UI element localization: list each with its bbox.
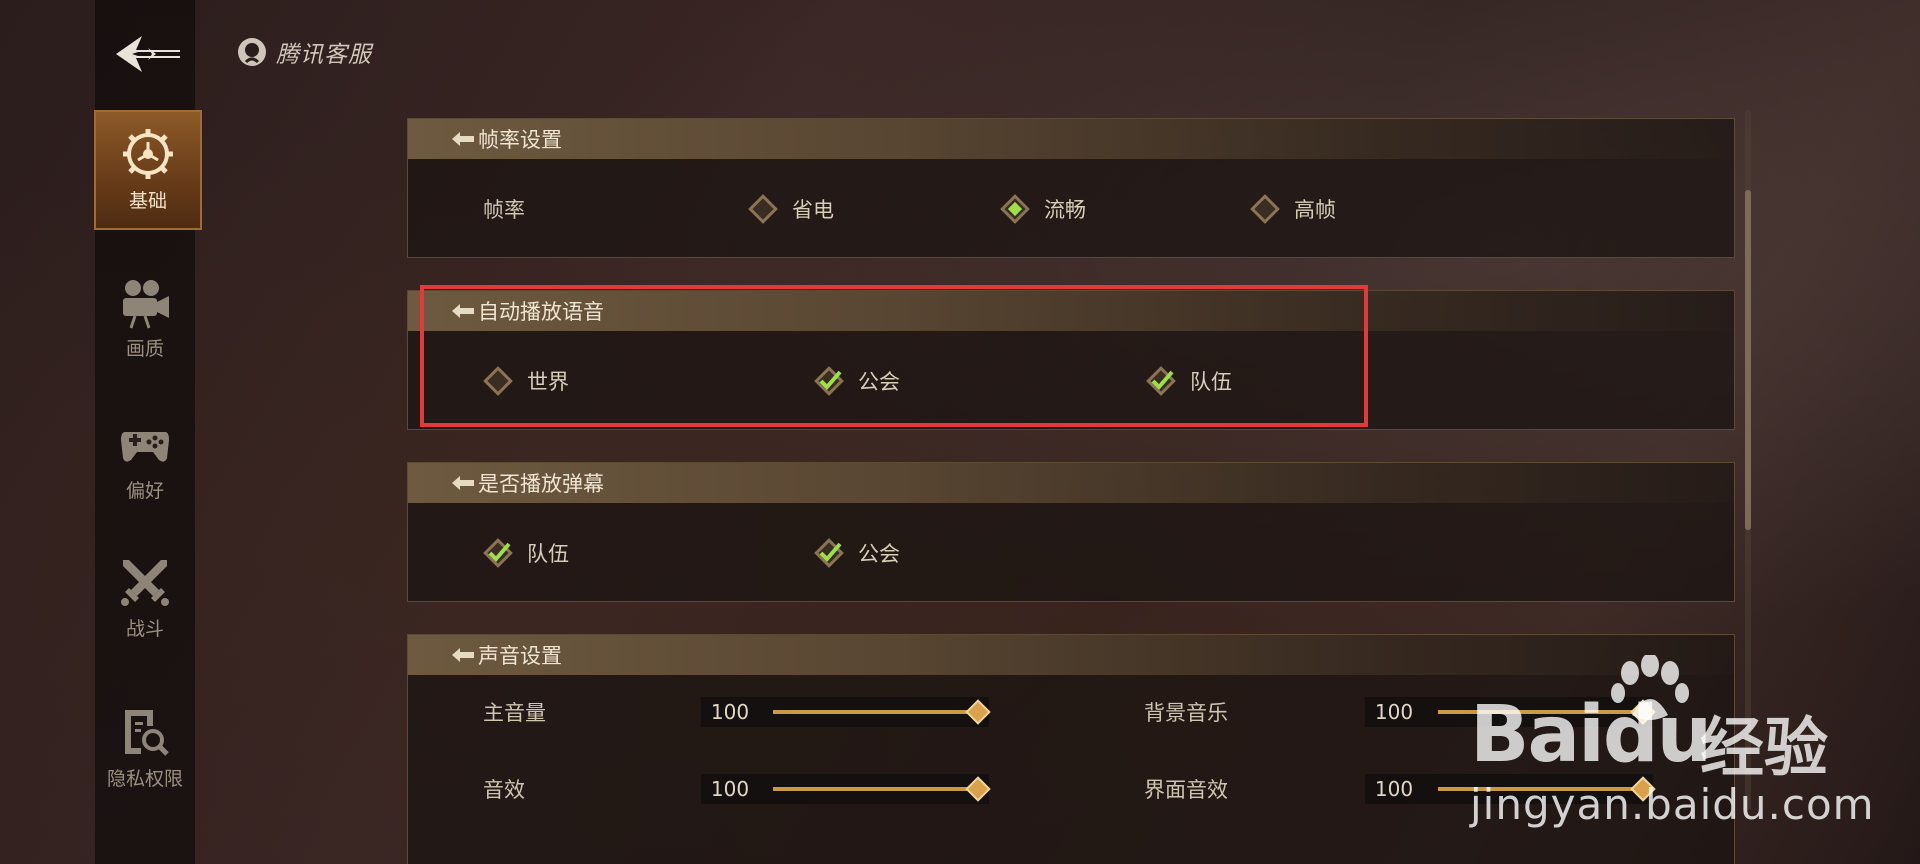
section-marker-icon [452,476,474,490]
danmaku-option-guild[interactable]: 公会 [814,538,900,568]
section-title: 是否播放弹幕 [478,472,604,496]
section-marker-icon [452,648,474,662]
slider-label: 背景音乐 [1144,701,1228,725]
framerate-section: 帧率设置 帧率 省电 流畅 高帧 [407,118,1735,258]
volume-slider-master[interactable] [773,710,978,714]
slider-value: 100 [1365,697,1423,727]
volume-slider-ui[interactable] [1438,787,1643,791]
slider-label: 主音量 [483,701,546,725]
danmaku-section: 是否播放弹幕 队伍 公会 [407,462,1735,602]
slider-label: 界面音效 [1144,778,1228,802]
slider-thumb-icon[interactable] [1630,776,1656,802]
auto-voice-option-team[interactable]: 队伍 [1146,366,1232,396]
sidebar-item-label: 战斗 [125,618,164,640]
section-marker-icon [452,132,474,146]
auto-voice-option-guild[interactable]: 公会 [814,366,900,396]
option-label: 省电 [792,198,834,222]
radio-diamond-selected-icon [1000,194,1030,224]
slider-thumb-icon[interactable] [1630,699,1656,725]
gamepad-icon [121,432,169,462]
gear-icon [123,129,173,179]
framerate-option-power-save[interactable]: 省电 [748,194,834,224]
crossed-swords-icon [121,560,169,606]
radio-diamond-icon [1250,194,1280,224]
auto-voice-row: 世界 公会 队伍 [408,331,1734,431]
sidebar-item-combat[interactable]: 战斗 [95,540,195,660]
scrollbar[interactable] [1745,110,1751,810]
section-title: 自动播放语音 [478,300,604,324]
danmaku-row: 队伍 公会 [408,503,1734,603]
section-header: 帧率设置 [408,119,1734,159]
sound-section: 声音设置 主音量 100 背景音乐 100 音效 100 界面音效 100 [407,634,1735,864]
slider-value: 100 [701,697,759,727]
sidebar-item-label: 隐私权限 [106,768,183,790]
section-header: 声音设置 [408,635,1734,675]
checkbox-checked-icon [814,538,844,568]
auto-voice-section: 自动播放语音 世界 公会 队伍 [407,290,1735,430]
option-label: 公会 [858,542,900,566]
section-title: 帧率设置 [478,128,562,152]
framerate-option-high[interactable]: 高帧 [1250,194,1336,224]
slider-label: 音效 [483,778,525,802]
radio-diamond-icon [748,194,778,224]
tencent-service-logo[interactable]: 腾讯客服 [236,34,372,70]
checkbox-checked-icon [1146,366,1176,396]
sidebar-item-label: 画质 [125,338,164,360]
section-header: 是否播放弹幕 [408,463,1734,503]
privacy-search-icon [125,710,169,756]
option-label: 流畅 [1044,198,1086,222]
option-label: 公会 [858,370,900,394]
checkbox-checked-icon [483,538,513,568]
framerate-option-smooth[interactable]: 流畅 [1000,194,1086,224]
sidebar-item-preferences[interactable]: 偏好 [95,402,195,522]
sidebar-item-label: 偏好 [125,480,164,502]
video-camera-icon [123,280,169,329]
option-label: 队伍 [1190,370,1232,394]
volume-slider-bgm[interactable] [1438,710,1643,714]
sound-row-1: 主音量 100 背景音乐 100 [408,675,1734,749]
tencent-logo-icon [238,38,266,66]
sound-row-2: 音效 100 界面音效 100 [408,749,1734,829]
sidebar-item-privacy[interactable]: 隐私权限 [95,690,195,810]
back-arrow-icon[interactable] [112,30,184,78]
logo-text: 腾讯客服 [276,42,372,68]
option-label: 世界 [527,370,569,394]
section-header: 自动播放语音 [408,291,1734,331]
section-title: 声音设置 [478,644,562,668]
danmaku-option-team[interactable]: 队伍 [483,538,569,568]
option-label: 高帧 [1294,198,1336,222]
scrollbar-thumb[interactable] [1745,190,1751,530]
framerate-label: 帧率 [483,198,525,222]
checkbox-diamond-icon [483,366,513,396]
slider-thumb-icon[interactable] [965,699,991,725]
option-label: 队伍 [527,542,569,566]
slider-value: 100 [701,774,759,804]
volume-slider-sfx[interactable] [773,787,978,791]
slider-thumb-icon[interactable] [965,776,991,802]
checkbox-checked-icon [814,366,844,396]
sidebar-item-label: 基础 [128,190,167,212]
slider-value: 100 [1365,774,1423,804]
auto-voice-option-world[interactable]: 世界 [483,366,569,396]
section-marker-icon [452,304,474,318]
sidebar-item-graphics[interactable]: 画质 [95,260,195,380]
framerate-row: 帧率 省电 流畅 高帧 [408,159,1734,259]
sidebar-item-basic[interactable]: 基础 [94,110,202,230]
